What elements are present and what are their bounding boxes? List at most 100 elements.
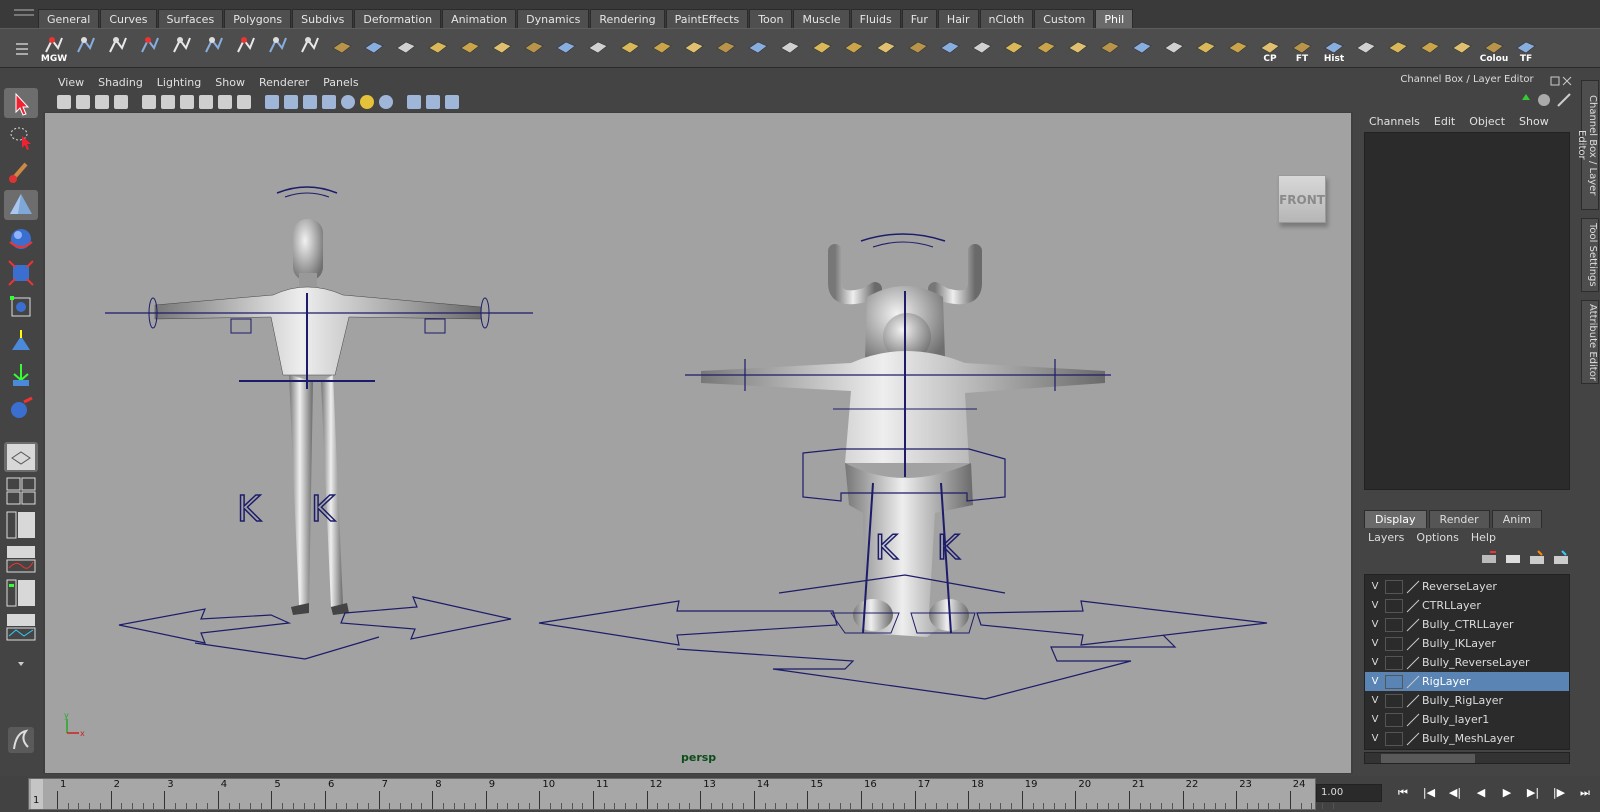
side-tab-attribute-editor[interactable]: Attribute Editor — [1581, 300, 1599, 384]
isolate-select-icon[interactable] — [407, 95, 421, 109]
layer-row[interactable]: V Bully_layer1 — [1365, 710, 1569, 729]
show-manipulator-icon[interactable] — [4, 360, 38, 390]
column-a-icon[interactable] — [1094, 31, 1126, 65]
channel-menu-channels[interactable]: Channels — [1362, 114, 1427, 130]
shelf-tab-animation[interactable]: Animation — [442, 9, 517, 28]
scale-tool-icon[interactable] — [4, 258, 38, 288]
hypershade-layout-icon[interactable] — [4, 578, 38, 608]
layer-visibility-toggle[interactable]: V — [1365, 619, 1385, 630]
select-tool-icon[interactable] — [4, 88, 38, 118]
universal-manipulator-icon[interactable] — [4, 292, 38, 322]
skeleton-icon[interactable] — [198, 31, 230, 65]
current-frame-field[interactable]: 1.00 — [1316, 784, 1382, 802]
character-bully[interactable]: K K — [538, 233, 1268, 700]
layer-color-icon[interactable] — [1406, 713, 1420, 727]
mgw-icon[interactable]: MGW — [38, 31, 70, 65]
paint-select-tool-icon[interactable] — [4, 156, 38, 186]
shadows-icon[interactable] — [341, 95, 355, 109]
paint-weights-icon[interactable] — [262, 31, 294, 65]
step-back-frame-icon[interactable]: ◀| — [1442, 784, 1468, 802]
panel-float-icon[interactable] — [1550, 76, 1572, 86]
hud-icon[interactable] — [426, 95, 440, 109]
layer-type-toggle[interactable] — [1385, 674, 1403, 689]
snap-30-icon[interactable] — [1222, 31, 1254, 65]
layer-list-scrollbar[interactable] — [1364, 752, 1570, 764]
go-to-end-icon[interactable]: ⏭ — [1572, 784, 1598, 802]
move-tool-icon[interactable] — [4, 190, 38, 220]
shelf-tab-subdivs[interactable]: Subdivs — [292, 9, 354, 28]
bend-deformer-icon[interactable] — [1446, 31, 1478, 65]
tiles-k-icon[interactable] — [902, 31, 934, 65]
shelf-tab-polygons[interactable]: Polygons — [224, 9, 292, 28]
layer-tab-display[interactable]: Display — [1364, 510, 1427, 528]
image-plane-icon[interactable] — [114, 95, 128, 109]
layer-visibility-toggle[interactable]: V — [1365, 695, 1385, 706]
panel-display-icons[interactable] — [1518, 92, 1574, 108]
layout-options-icon[interactable] — [4, 648, 38, 678]
grid-plate-icon[interactable] — [486, 31, 518, 65]
shelf-tab-toon[interactable]: Toon — [749, 9, 793, 28]
viewport-menu-show[interactable]: Show — [208, 74, 252, 92]
layer-type-toggle[interactable] — [1385, 598, 1403, 613]
tiles-g-icon[interactable] — [774, 31, 806, 65]
shelf-menu-icon[interactable] — [14, 37, 30, 59]
shelf-tab-painteffects[interactable]: PaintEffects — [665, 9, 749, 28]
layer-type-toggle[interactable] — [1385, 712, 1403, 727]
layer-color-icon[interactable] — [1406, 599, 1420, 613]
tiles-p-icon[interactable] — [1062, 31, 1094, 65]
go-to-start-icon[interactable]: ⏮ — [1390, 784, 1416, 802]
viewport-menu-shading[interactable]: Shading — [91, 74, 150, 92]
layer-tab-render[interactable]: Render — [1428, 510, 1490, 528]
face-rig-icon[interactable] — [294, 31, 326, 65]
film-gate-icon[interactable] — [161, 95, 175, 109]
character-phil[interactable]: K K — [105, 186, 533, 660]
persp-graph-layout-icon[interactable] — [4, 612, 38, 642]
cube-icon[interactable] — [358, 31, 390, 65]
isolate-icon[interactable] — [379, 95, 393, 109]
select-camera-icon[interactable] — [57, 95, 71, 109]
curve-tool-icon[interactable] — [1190, 31, 1222, 65]
xray-icon[interactable] — [360, 95, 374, 109]
tiles-i-icon[interactable] — [838, 31, 870, 65]
tiles-f-icon[interactable] — [742, 31, 774, 65]
last-tool-icon[interactable] — [4, 394, 38, 424]
viewport-canvas[interactable]: K K K K y x FRONT persp — [45, 113, 1351, 773]
layer-menu-options[interactable]: Options — [1410, 530, 1464, 546]
ft-icon[interactable]: FT — [1286, 31, 1318, 65]
viewport-menu-view[interactable]: View — [51, 74, 91, 92]
cp-icon[interactable]: CP — [1254, 31, 1286, 65]
tiles-h-icon[interactable] — [806, 31, 838, 65]
viewport-menu-renderer[interactable]: Renderer — [252, 74, 316, 92]
layer-color-icon[interactable] — [1406, 694, 1420, 708]
layer-visibility-toggle[interactable]: V — [1365, 733, 1385, 744]
shelf-tab-fluids[interactable]: Fluids — [850, 9, 901, 28]
column-c-icon[interactable] — [1158, 31, 1190, 65]
tiles-o-icon[interactable] — [1030, 31, 1062, 65]
time-ruler[interactable]: 1 1 2 3 4 5 6 7 8 9 10 11 12 13 14 15 16 17 18 19 20 21 22 23 2… — [28, 778, 1334, 810]
grid-icon[interactable] — [142, 95, 156, 109]
layer-type-toggle[interactable] — [1385, 579, 1403, 594]
column-b-icon[interactable] — [1126, 31, 1158, 65]
sphere-icon[interactable] — [326, 31, 358, 65]
layer-visibility-toggle[interactable]: V — [1365, 638, 1385, 649]
step-back-key-icon[interactable]: |◀ — [1416, 784, 1442, 802]
layer-tab-anim[interactable]: Anim — [1491, 510, 1542, 528]
layer-row[interactable]: V ReverseLayer — [1365, 577, 1569, 596]
slab-icon[interactable] — [518, 31, 550, 65]
textured-icon[interactable] — [303, 95, 317, 109]
side-tab-tool-settings[interactable]: Tool Settings — [1581, 218, 1599, 292]
layer-type-toggle[interactable] — [1385, 655, 1403, 670]
camera-attributes-icon[interactable] — [76, 95, 90, 109]
colour-icon[interactable]: Colou — [1478, 31, 1510, 65]
gate-mask-icon[interactable] — [199, 95, 213, 109]
scrollbar-thumb[interactable] — [1381, 754, 1475, 763]
lattice-icon[interactable] — [1414, 31, 1446, 65]
tiles-l-icon[interactable] — [934, 31, 966, 65]
layer-menu-layers[interactable]: Layers — [1362, 530, 1410, 546]
rotate-tool-icon[interactable] — [4, 224, 38, 254]
layer-row[interactable]: V RigLayer — [1365, 672, 1569, 691]
outliner-layout-icon[interactable] — [4, 510, 38, 540]
hist-icon[interactable]: Hist — [1318, 31, 1350, 65]
shelf-tab-general[interactable]: General — [38, 9, 100, 28]
shelf-tab-muscle[interactable]: Muscle — [793, 9, 850, 28]
